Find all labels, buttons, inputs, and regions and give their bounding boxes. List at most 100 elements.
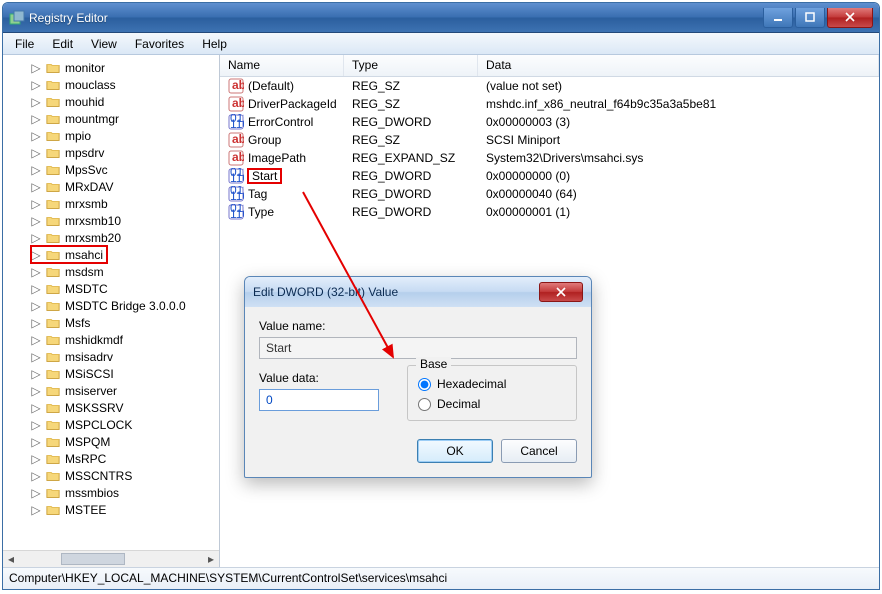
tree-item[interactable]: ▷MSDTC bbox=[3, 280, 219, 297]
expand-icon[interactable]: ▷ bbox=[31, 78, 41, 92]
tree-item[interactable]: ▷MSPCLOCK bbox=[3, 416, 219, 433]
menu-favorites[interactable]: Favorites bbox=[127, 35, 192, 53]
menu-view[interactable]: View bbox=[83, 35, 125, 53]
tree-item[interactable]: ▷msdsm bbox=[3, 263, 219, 280]
folder-icon bbox=[45, 248, 61, 262]
dialog-title: Edit DWORD (32-bit) Value bbox=[253, 285, 539, 299]
radio-decimal[interactable]: Decimal bbox=[418, 394, 566, 414]
tree-item[interactable]: ▷mountmgr bbox=[3, 110, 219, 127]
tree-item[interactable]: ▷MpsSvc bbox=[3, 161, 219, 178]
expand-icon[interactable]: ▷ bbox=[31, 129, 41, 143]
menu-file[interactable]: File bbox=[7, 35, 42, 53]
maximize-button[interactable] bbox=[795, 8, 825, 28]
expand-icon[interactable]: ▷ bbox=[31, 418, 41, 432]
tree-item[interactable]: ▷MSDTC Bridge 3.0.0.0 bbox=[3, 297, 219, 314]
value-row[interactable]: ErrorControlREG_DWORD0x00000003 (3) bbox=[220, 113, 879, 131]
binary-icon bbox=[228, 186, 244, 202]
dialog-titlebar[interactable]: Edit DWORD (32-bit) Value bbox=[245, 277, 591, 307]
column-name[interactable]: Name bbox=[220, 55, 344, 76]
expand-icon[interactable]: ▷ bbox=[31, 367, 41, 381]
tree-item[interactable]: ▷ mouhid bbox=[3, 93, 219, 110]
ok-button[interactable]: OK bbox=[417, 439, 493, 463]
tree-item[interactable]: ▷mrxsmb20 bbox=[3, 229, 219, 246]
radio-hexadecimal[interactable]: Hexadecimal bbox=[418, 374, 566, 394]
tree-item[interactable]: ▷mssmbios bbox=[3, 484, 219, 501]
value-row[interactable]: DriverPackageIdREG_SZmshdc.inf_x86_neutr… bbox=[220, 95, 879, 113]
list-header[interactable]: Name Type Data bbox=[220, 55, 879, 77]
tree-item[interactable]: ▷mshidkmdf bbox=[3, 331, 219, 348]
tree-item[interactable]: ▷MSPQM bbox=[3, 433, 219, 450]
expand-icon[interactable]: ▷ bbox=[31, 469, 41, 483]
expand-icon[interactable]: ▷ bbox=[31, 435, 41, 449]
tree-item-label: mouhid bbox=[65, 95, 104, 109]
expand-icon[interactable]: ▷ bbox=[31, 299, 41, 313]
titlebar[interactable]: Registry Editor bbox=[3, 3, 879, 33]
expand-icon[interactable]: ▷ bbox=[31, 112, 41, 126]
value-row[interactable]: StartREG_DWORD0x00000000 (0) bbox=[220, 167, 879, 185]
tree-item[interactable]: ▷MsRPC bbox=[3, 450, 219, 467]
expand-icon[interactable]: ▷ bbox=[31, 180, 41, 194]
tree-item-label: mrxsmb10 bbox=[65, 214, 121, 228]
value-row[interactable]: GroupREG_SZSCSI Miniport bbox=[220, 131, 879, 149]
column-data[interactable]: Data bbox=[478, 55, 879, 76]
expand-icon[interactable]: ▷ bbox=[31, 265, 41, 279]
tree-item[interactable]: ▷ mrxsmb10 bbox=[3, 212, 219, 229]
value-row[interactable]: TypeREG_DWORD0x00000001 (1) bbox=[220, 203, 879, 221]
expand-icon[interactable]: ▷ bbox=[31, 61, 41, 75]
scroll-thumb[interactable] bbox=[61, 553, 125, 565]
scroll-left-icon[interactable]: ◂ bbox=[3, 551, 19, 567]
tree-item[interactable]: ▷mpsdrv bbox=[3, 144, 219, 161]
minimize-button[interactable] bbox=[763, 8, 793, 28]
radio-dec-input[interactable] bbox=[418, 398, 431, 411]
value-name: Start bbox=[248, 169, 281, 183]
expand-icon[interactable]: ▷ bbox=[31, 333, 41, 347]
tree-item[interactable]: ▷mpio bbox=[3, 127, 219, 144]
value-row[interactable]: TagREG_DWORD0x00000040 (64) bbox=[220, 185, 879, 203]
expand-icon[interactable]: ▷ bbox=[31, 503, 41, 517]
value-row[interactable]: ImagePathREG_EXPAND_SZSystem32\Drivers\m… bbox=[220, 149, 879, 167]
close-button[interactable] bbox=[827, 8, 873, 28]
tree-item[interactable]: ▷msiserver bbox=[3, 382, 219, 399]
value-data-input[interactable] bbox=[259, 389, 379, 411]
value-name: Group bbox=[248, 133, 281, 147]
expand-icon[interactable]: ▷ bbox=[31, 163, 41, 177]
value-data: (value not set) bbox=[478, 79, 879, 93]
menu-help[interactable]: Help bbox=[194, 35, 235, 53]
values-list[interactable]: (Default)REG_SZ(value not set)DriverPack… bbox=[220, 77, 879, 221]
column-type[interactable]: Type bbox=[344, 55, 478, 76]
expand-icon[interactable]: ▷ bbox=[31, 316, 41, 330]
expand-icon[interactable]: ▷ bbox=[31, 282, 41, 296]
expand-icon[interactable]: ▷ bbox=[31, 350, 41, 364]
tree-item[interactable]: ▷msisadrv bbox=[3, 348, 219, 365]
tree-item[interactable]: ▷MSSCNTRS bbox=[3, 467, 219, 484]
expand-icon[interactable]: ▷ bbox=[31, 231, 41, 245]
tree-item[interactable]: ▷MRxDAV bbox=[3, 178, 219, 195]
tree-hscrollbar[interactable]: ◂ ▸ bbox=[3, 550, 219, 567]
tree-item[interactable]: ▷mouclass bbox=[3, 76, 219, 93]
tree-item[interactable]: ▷MSTEE bbox=[3, 501, 219, 518]
expand-icon[interactable]: ▷ bbox=[31, 146, 41, 160]
value-row[interactable]: (Default)REG_SZ(value not set) bbox=[220, 77, 879, 95]
expand-icon[interactable]: ▷ bbox=[31, 486, 41, 500]
radio-hex-input[interactable] bbox=[418, 378, 431, 391]
expand-icon[interactable]: ▷ bbox=[31, 95, 41, 109]
scroll-right-icon[interactable]: ▸ bbox=[203, 551, 219, 567]
expand-icon[interactable]: ▷ bbox=[31, 384, 41, 398]
registry-tree[interactable]: ▷monitor▷mouclass▷mouhid▷mountmgr▷mpio▷m… bbox=[3, 55, 219, 550]
expand-icon[interactable]: ▷ bbox=[31, 401, 41, 415]
cancel-button[interactable]: Cancel bbox=[501, 439, 577, 463]
tree-item[interactable]: ▷mrxsmb bbox=[3, 195, 219, 212]
tree-item[interactable]: ▷msahci bbox=[31, 246, 107, 263]
menu-edit[interactable]: Edit bbox=[44, 35, 81, 53]
value-name-field[interactable] bbox=[259, 337, 577, 359]
expand-icon[interactable]: ▷ bbox=[31, 197, 41, 211]
expand-icon[interactable]: ▷ bbox=[31, 248, 41, 262]
expand-icon[interactable]: ▷ bbox=[31, 214, 41, 228]
expand-icon[interactable]: ▷ bbox=[31, 452, 41, 466]
tree-item[interactable]: ▷ MSiSCSI bbox=[3, 365, 219, 382]
tree-item-label: MSiSCSI bbox=[65, 367, 114, 381]
tree-item[interactable]: ▷MSKSSRV bbox=[3, 399, 219, 416]
dialog-close-button[interactable] bbox=[539, 282, 583, 302]
tree-item[interactable]: ▷monitor bbox=[3, 59, 219, 76]
tree-item[interactable]: ▷Msfs bbox=[3, 314, 219, 331]
